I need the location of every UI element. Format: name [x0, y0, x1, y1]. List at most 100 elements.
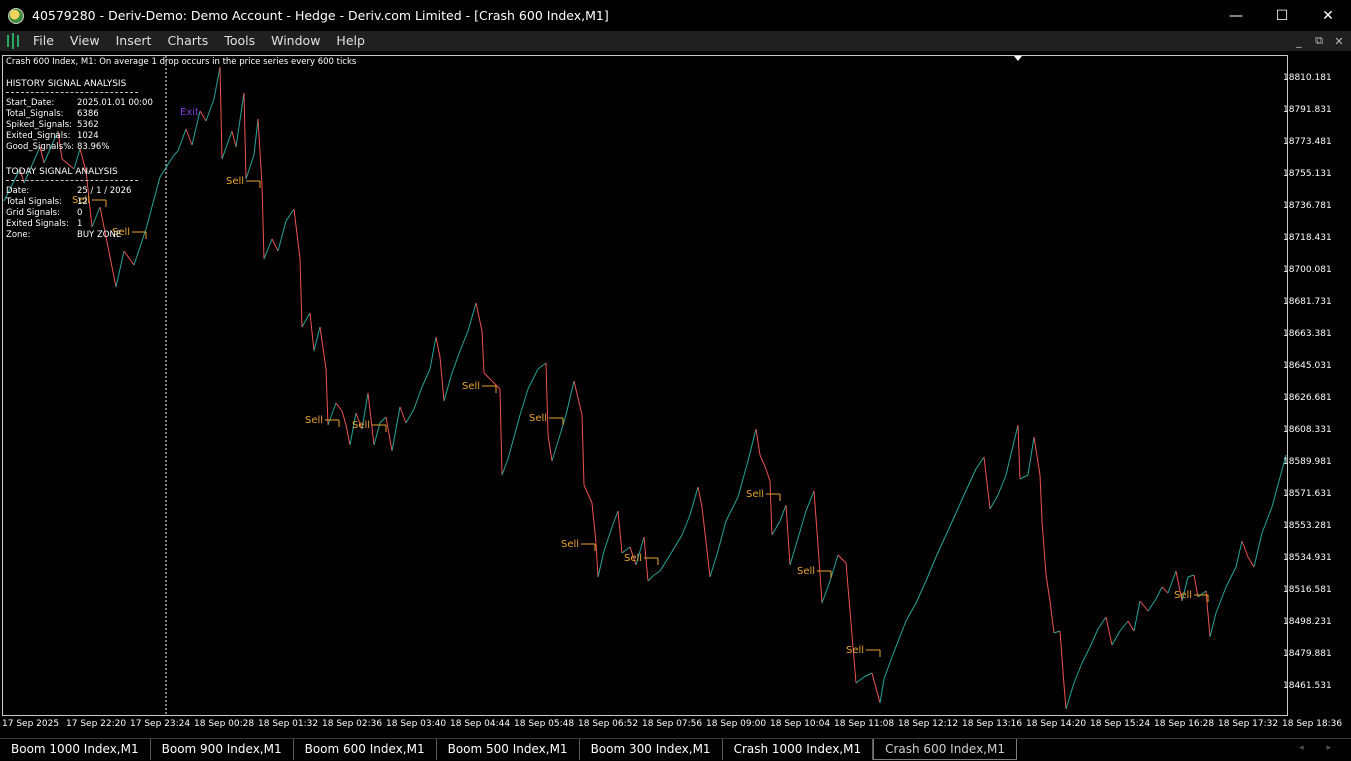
menu-charts[interactable]: Charts — [159, 31, 216, 51]
price-segment — [851, 634, 857, 684]
price-segment — [573, 380, 583, 416]
price-segment — [385, 416, 393, 452]
sell-signal-label[interactable]: Sell — [1174, 590, 1192, 601]
price-segment — [1073, 662, 1083, 684]
sell-signal-label[interactable]: Sell — [305, 415, 323, 426]
price-tick-label: 18791.831 — [1283, 105, 1332, 115]
price-segment — [789, 544, 797, 566]
tab-boom-900[interactable]: Boom 900 Index,M1 — [151, 739, 294, 760]
sell-signal-label[interactable]: Sell — [797, 566, 815, 577]
price-segment — [173, 150, 179, 156]
sell-signal-label[interactable]: Sell — [226, 176, 244, 187]
time-tick-label: 18 Sep 17:32 — [1218, 719, 1279, 729]
tab-boom-300[interactable]: Boom 300 Index,M1 — [580, 739, 723, 760]
menu-view[interactable]: View — [62, 31, 108, 51]
tab-crash-1000[interactable]: Crash 1000 Index,M1 — [723, 739, 874, 760]
price-segment — [547, 434, 553, 462]
price-series-canvas: Sell Sell Sell Sell Sell Sell Sell Sell Sell Sell… — [3, 56, 1287, 716]
price-segment — [759, 454, 767, 470]
menu-insert[interactable]: Insert — [108, 31, 160, 51]
price-segment — [243, 92, 247, 180]
price-segment — [1241, 540, 1249, 558]
tab-boom-500[interactable]: Boom 500 Index,M1 — [437, 739, 580, 760]
price-segment — [813, 490, 819, 546]
maximize-button[interactable]: ☐ — [1259, 0, 1305, 31]
info-row: Exited_Signals: 1024 — [6, 131, 99, 141]
price-segment — [1063, 684, 1067, 710]
chart-shift-marker[interactable] — [1014, 56, 1022, 61]
price-segment — [1017, 424, 1021, 480]
tab-boom-1000[interactable]: Boom 1000 Index,M1 — [0, 739, 151, 760]
price-tick-label: 18700.081 — [1283, 265, 1332, 275]
price-segment — [595, 542, 599, 578]
menu-window[interactable]: Window — [263, 31, 328, 51]
menu-bar: File View Insert Charts Tools Window Hel… — [0, 31, 1351, 51]
time-tick-label: 18 Sep 05:48 — [514, 719, 575, 729]
price-segment — [1041, 520, 1047, 576]
price-segment — [391, 406, 401, 452]
price-segment — [261, 184, 265, 260]
price-segment — [145, 176, 161, 230]
child-minimize-button[interactable]: _ — [1293, 35, 1305, 48]
price-segment — [551, 434, 561, 462]
menu-tools[interactable]: Tools — [216, 31, 263, 51]
price-segment — [185, 128, 193, 146]
price-segment — [325, 368, 329, 426]
price-segment — [429, 336, 437, 370]
chart-description: Crash 600 Index, M1: On average 1 drop o… — [6, 57, 357, 67]
time-tick-label: 17 Sep 22:20 — [66, 719, 127, 729]
price-tick-label: 18663.381 — [1283, 329, 1332, 339]
price-tick-label: 18498.231 — [1283, 617, 1332, 627]
price-segment — [845, 562, 853, 636]
sell-signal-label[interactable]: Sell — [352, 420, 370, 431]
price-segment — [483, 372, 493, 382]
tab-crash-600[interactable]: Crash 600 Index,M1 — [873, 739, 1017, 760]
price-tick-label: 18773.481 — [1283, 137, 1332, 147]
price-segment — [327, 402, 337, 426]
price-segment — [443, 372, 453, 402]
price-segment — [301, 312, 311, 328]
price-segment — [345, 424, 351, 446]
tab-scroll-arrows[interactable]: ◂ ▸ — [1299, 743, 1341, 753]
sell-signal-label[interactable]: Sell — [462, 381, 480, 392]
exit-signal-label[interactable]: Exit — [180, 107, 199, 118]
sell-signal-label[interactable]: Sell — [746, 489, 764, 500]
child-restore-button[interactable]: ⧉ — [1313, 34, 1325, 48]
price-segment — [123, 250, 135, 266]
price-segment — [617, 510, 623, 554]
sell-signal-label[interactable]: Sell — [561, 539, 579, 550]
price-tick-label: 18755.131 — [1283, 169, 1332, 179]
minimize-button[interactable]: — — [1213, 0, 1259, 31]
menu-help[interactable]: Help — [328, 31, 373, 51]
sell-signal-label[interactable]: Sell — [846, 645, 864, 656]
price-segment — [879, 678, 885, 704]
price-segment — [891, 620, 907, 658]
price-tick-label: 18571.631 — [1283, 489, 1332, 499]
sell-signal-label[interactable]: Sell — [529, 413, 547, 424]
price-segment — [785, 504, 791, 566]
price-segment — [481, 330, 485, 374]
tab-boom-600[interactable]: Boom 600 Index,M1 — [294, 739, 437, 760]
menu-file[interactable]: File — [25, 31, 62, 51]
chart-candles-icon[interactable] — [7, 33, 19, 49]
price-segment — [545, 362, 549, 436]
price-segment — [379, 416, 387, 424]
time-tick-label: 18 Sep 18:36 — [1282, 719, 1343, 729]
price-chart[interactable]: Sell Sell Sell Sell Sell Sell Sell Sell Sell Sell… — [0, 51, 1351, 737]
close-button[interactable]: ✕ — [1305, 0, 1351, 31]
child-close-button[interactable]: ✕ — [1333, 35, 1345, 48]
price-segment — [983, 456, 991, 510]
price-segment — [1261, 506, 1273, 534]
price-segment — [779, 504, 787, 522]
price-segment — [245, 154, 255, 180]
price-segment — [591, 502, 597, 544]
sell-signal-label[interactable]: Sell — [624, 553, 642, 564]
price-tick-label: 18608.331 — [1283, 425, 1332, 435]
time-tick-label: 18 Sep 06:52 — [578, 719, 639, 729]
info-row: Total_Signals: 6386 — [6, 109, 99, 119]
price-segment — [905, 602, 917, 622]
signal-markers: Sell Sell Sell Sell Sell Sell Sell Sell Sell Sell… — [72, 107, 1209, 657]
price-segment — [1097, 616, 1107, 630]
time-tick-label: 18 Sep 12:12 — [898, 719, 959, 729]
info-row: Zone: BUY ZONE — [6, 230, 122, 240]
